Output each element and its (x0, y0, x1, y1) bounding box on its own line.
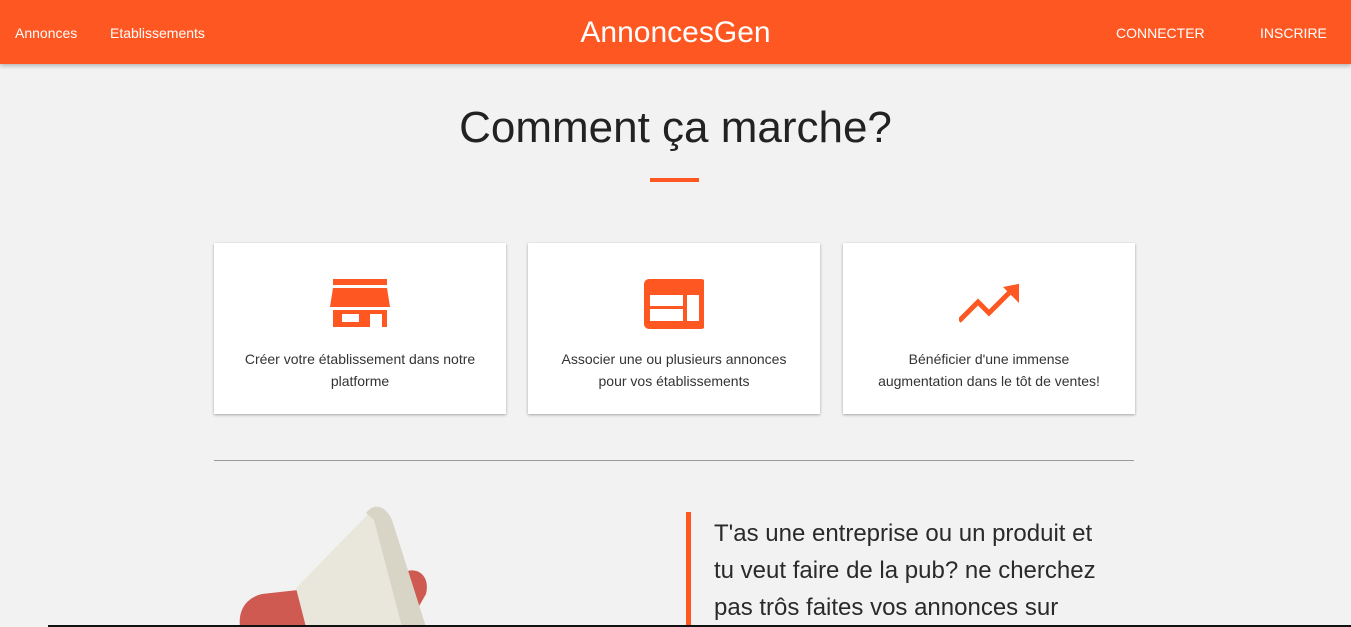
megaphone-illustration (239, 506, 427, 627)
brand-logo-text[interactable]: AnnoncesGen (580, 16, 770, 49)
feature-card-line: Associer une ou plusieurs annonces (561, 351, 787, 367)
feature-card-line: augmentation dans le tôt de ventes! (878, 373, 1100, 389)
feature-card-line: pour vos établissements (598, 373, 750, 389)
register-button[interactable]: INSCRIRE (1260, 24, 1327, 42)
feature-card-line: platforme (330, 373, 390, 389)
feature-card-text: Bénéficier d'une immense augmentation da… (855, 348, 1123, 392)
feature-card-text: Associer une ou plusieurs annonces pour … (540, 348, 808, 392)
feature-card-create-store: Créer votre établissement dans notre pla… (214, 243, 506, 414)
promo-quote: T'as une entreprise ou un produit et tu … (714, 515, 1134, 626)
section-divider (214, 460, 1134, 461)
feature-card-associate-ads: Associer une ou plusieurs annonces pour … (528, 243, 820, 414)
feature-card-line: Créer votre établissement dans notre (244, 351, 476, 367)
promo-quote-line: pas trôs faites vos annonces sur (714, 594, 1059, 621)
section-title: Comment ça marche? (459, 103, 892, 152)
quote-accent-bar (686, 512, 691, 627)
store-icon (330, 279, 390, 327)
web-layout-icon (644, 279, 704, 329)
connect-button[interactable]: CONNECTER (1116, 24, 1205, 42)
trending-up-icon (959, 283, 1019, 323)
feature-card-text: Créer votre établissement dans notre pla… (226, 348, 494, 392)
title-divider (650, 178, 699, 182)
feature-card-sales-growth: Bénéficier d'une immense augmentation da… (843, 243, 1135, 414)
promo-quote-line: T'as une entreprise ou un produit et (714, 520, 1093, 547)
top-navbar: Annonces Etablissements AnnoncesGen CONN… (0, 0, 1351, 64)
promo-quote-line: tu veut faire de la pub? ne cherchez (714, 557, 1096, 584)
feature-card-line: Bénéficier d'une immense (908, 351, 1070, 367)
